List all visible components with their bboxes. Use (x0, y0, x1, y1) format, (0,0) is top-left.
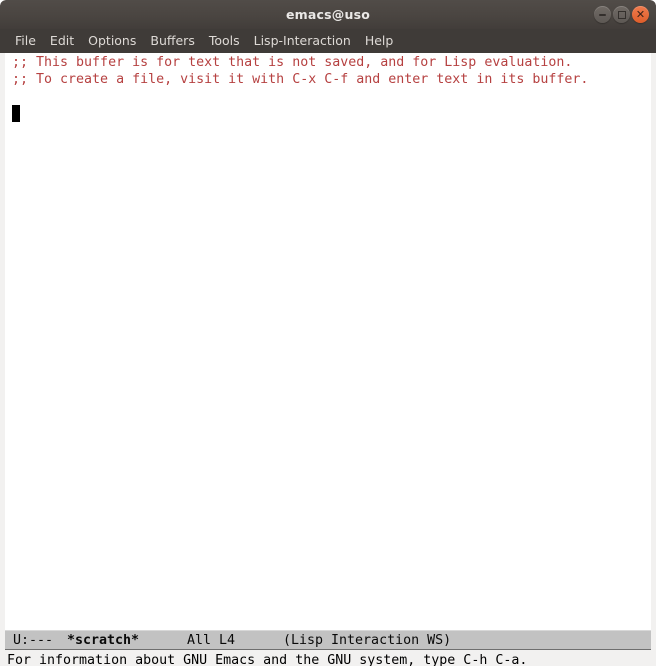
text-cursor (12, 105, 20, 122)
mode-line[interactable]: U:--- *scratch* All L4 (Lisp Interaction… (5, 630, 651, 650)
minimize-icon (594, 6, 611, 23)
menu-item-edit[interactable]: Edit (43, 29, 81, 53)
maximize-button[interactable] (613, 6, 630, 23)
echo-area[interactable]: For information about GNU Emacs and the … (5, 652, 651, 666)
menu-item-tools[interactable]: Tools (202, 29, 247, 53)
menu-item-file[interactable]: File (8, 29, 43, 53)
menu-item-lisp-interaction[interactable]: Lisp-Interaction (247, 29, 358, 53)
window-controls: ✕ (594, 6, 649, 23)
scratch-buffer-text-area[interactable]: ;; This buffer is for text that is not s… (5, 53, 651, 630)
mode-line-status: U:--- (13, 631, 53, 650)
close-button[interactable]: ✕ (632, 6, 649, 23)
echo-area-message: For information about GNU Emacs and the … (7, 652, 527, 666)
minimize-button[interactable] (594, 6, 611, 23)
title-bar[interactable]: emacs@uso ✕ (0, 0, 656, 29)
maximize-icon (613, 6, 630, 23)
menu-bar: File Edit Options Buffers Tools Lisp-Int… (0, 29, 656, 53)
emacs-window: emacs@uso ✕ File Edit Options Buffers To… (0, 0, 656, 666)
window-title: emacs@uso (0, 0, 656, 29)
menu-item-buffers[interactable]: Buffers (143, 29, 201, 53)
menu-item-options[interactable]: Options (81, 29, 143, 53)
mode-line-buffer-name: *scratch* (67, 631, 139, 650)
menu-item-help[interactable]: Help (358, 29, 401, 53)
mode-line-position: All L4 (187, 631, 235, 650)
close-icon: ✕ (632, 6, 649, 23)
buffer-line-2: ;; To create a file, visit it with C-x C… (12, 71, 588, 88)
emacs-frame-body: ;; This buffer is for text that is not s… (0, 53, 656, 666)
buffer-line-1: ;; This buffer is for text that is not s… (12, 54, 572, 71)
mode-line-major-mode: (Lisp Interaction WS) (283, 631, 451, 650)
